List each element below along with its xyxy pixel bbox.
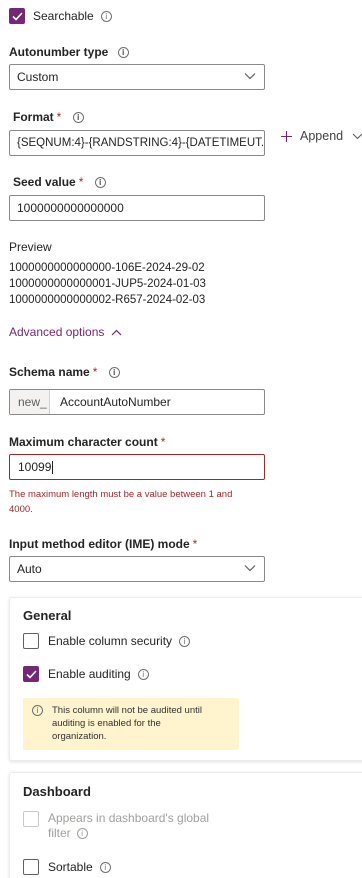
preview-line: 1000000000000000-106E-2024-29-02 <box>9 262 205 274</box>
preview-line: 1000000000000002-R657-2024-02-03 <box>9 294 206 306</box>
max-char-value: 10099 <box>18 460 52 474</box>
preview-line: 1000000000000001-JUP5-2024-01-03 <box>9 278 206 290</box>
format-label: Format <box>13 110 54 124</box>
info-icon[interactable]: i <box>179 635 191 647</box>
ime-value: Auto <box>17 562 42 576</box>
auditing-row: Enable auditing i <box>23 666 149 682</box>
sortable-checkbox[interactable] <box>23 859 39 875</box>
advanced-options-toggle[interactable]: Advanced options <box>9 325 122 339</box>
global-filter-checkbox[interactable] <box>23 811 39 827</box>
seed-label: Seed value <box>13 175 76 189</box>
general-title: General <box>23 608 72 623</box>
chevron-down-icon <box>244 565 256 572</box>
schema-name-field[interactable]: new_ AccountAutoNumber <box>9 389 265 415</box>
ime-label-row: Input method editor (IME) mode * <box>9 537 197 551</box>
append-label: Append <box>300 129 344 143</box>
required-mark: * <box>192 537 198 551</box>
global-filter-row: Appears in dashboard's global filter i <box>23 811 209 841</box>
searchable-row: Searchable i <box>9 8 112 24</box>
plus-icon <box>281 130 292 142</box>
required-mark: * <box>160 435 166 449</box>
info-icon[interactable]: i <box>72 112 84 124</box>
error-line: The maximum length must be a value betwe… <box>9 489 233 500</box>
info-icon: i <box>32 705 43 716</box>
schema-name-input[interactable]: AccountAutoNumber <box>50 390 171 414</box>
autonumber-type-label: Autonumber type <box>9 45 109 59</box>
auditing-notice: i This column will not be audited until … <box>23 698 239 750</box>
preview-label: Preview <box>9 240 52 254</box>
ime-select[interactable]: Auto <box>9 556 265 582</box>
info-icon[interactable]: i <box>137 668 149 680</box>
column-security-label: Enable column security <box>48 634 173 648</box>
searchable-checkbox[interactable] <box>9 8 25 24</box>
dashboard-panel: Dashboard Appears in dashboard's global … <box>9 772 362 878</box>
max-char-label: Maximum character count <box>9 435 158 449</box>
schema-name-label-row: Schema name * i <box>9 365 120 379</box>
global-filter-line: filter <box>48 826 71 840</box>
required-mark: * <box>78 175 84 189</box>
info-icon[interactable]: i <box>76 828 88 840</box>
max-char-label-row: Maximum character count * <box>9 435 165 449</box>
chevron-down-icon <box>352 133 362 139</box>
chevron-down-icon <box>244 73 256 80</box>
autonumber-type-value: Custom <box>17 70 59 84</box>
general-panel: General Enable column security i Enable … <box>9 597 362 761</box>
error-line: 4000. <box>9 504 33 515</box>
seed-input[interactable]: 1000000000000000 <box>9 195 265 221</box>
max-char-input[interactable]: 10099 <box>9 454 265 480</box>
advanced-options-label: Advanced options <box>9 325 105 339</box>
column-security-checkbox[interactable] <box>23 633 39 649</box>
sortable-label: Sortable <box>48 860 93 874</box>
info-icon[interactable]: i <box>94 177 106 189</box>
info-icon[interactable]: i <box>99 861 111 873</box>
seed-label-row: Seed value * i <box>13 175 106 189</box>
schema-prefix: new_ <box>10 390 50 414</box>
text-cursor <box>52 461 54 475</box>
sortable-row: Sortable i <box>23 859 111 875</box>
schema-name-label: Schema name <box>9 365 90 379</box>
global-filter-line: Appears in dashboard's global <box>48 811 210 825</box>
max-char-error: The maximum length must be a value betwe… <box>9 488 232 517</box>
chevron-up-icon <box>111 329 122 335</box>
append-button[interactable]: Append <box>280 129 362 143</box>
column-security-row: Enable column security i <box>23 633 191 649</box>
notice-line: This column will not be audited until <box>52 705 202 716</box>
notice-line: auditing is enabled for the <box>52 718 161 729</box>
global-filter-label: Appears in dashboard's global filter i <box>48 811 209 841</box>
dashboard-title: Dashboard <box>23 784 91 799</box>
format-label-row: Format * i <box>13 110 84 124</box>
format-input[interactable]: {SEQNUM:4}-{RANDSTRING:4}-{DATETIMEUT... <box>9 130 265 156</box>
autonumber-type-row: Autonumber type i <box>9 45 129 59</box>
ime-label: Input method editor (IME) mode <box>9 537 190 551</box>
info-icon[interactable]: i <box>108 367 120 379</box>
auditing-checkbox[interactable] <box>23 666 39 682</box>
required-mark: * <box>56 110 62 124</box>
autonumber-type-select[interactable]: Custom <box>9 64 265 90</box>
notice-line: organization. <box>52 731 107 742</box>
info-icon[interactable]: i <box>117 47 129 59</box>
auditing-label: Enable auditing <box>48 667 131 681</box>
info-icon[interactable]: i <box>100 10 112 22</box>
required-mark: * <box>92 365 98 379</box>
searchable-label: Searchable <box>33 9 94 23</box>
global-filter-line-2: filter i <box>48 826 209 841</box>
